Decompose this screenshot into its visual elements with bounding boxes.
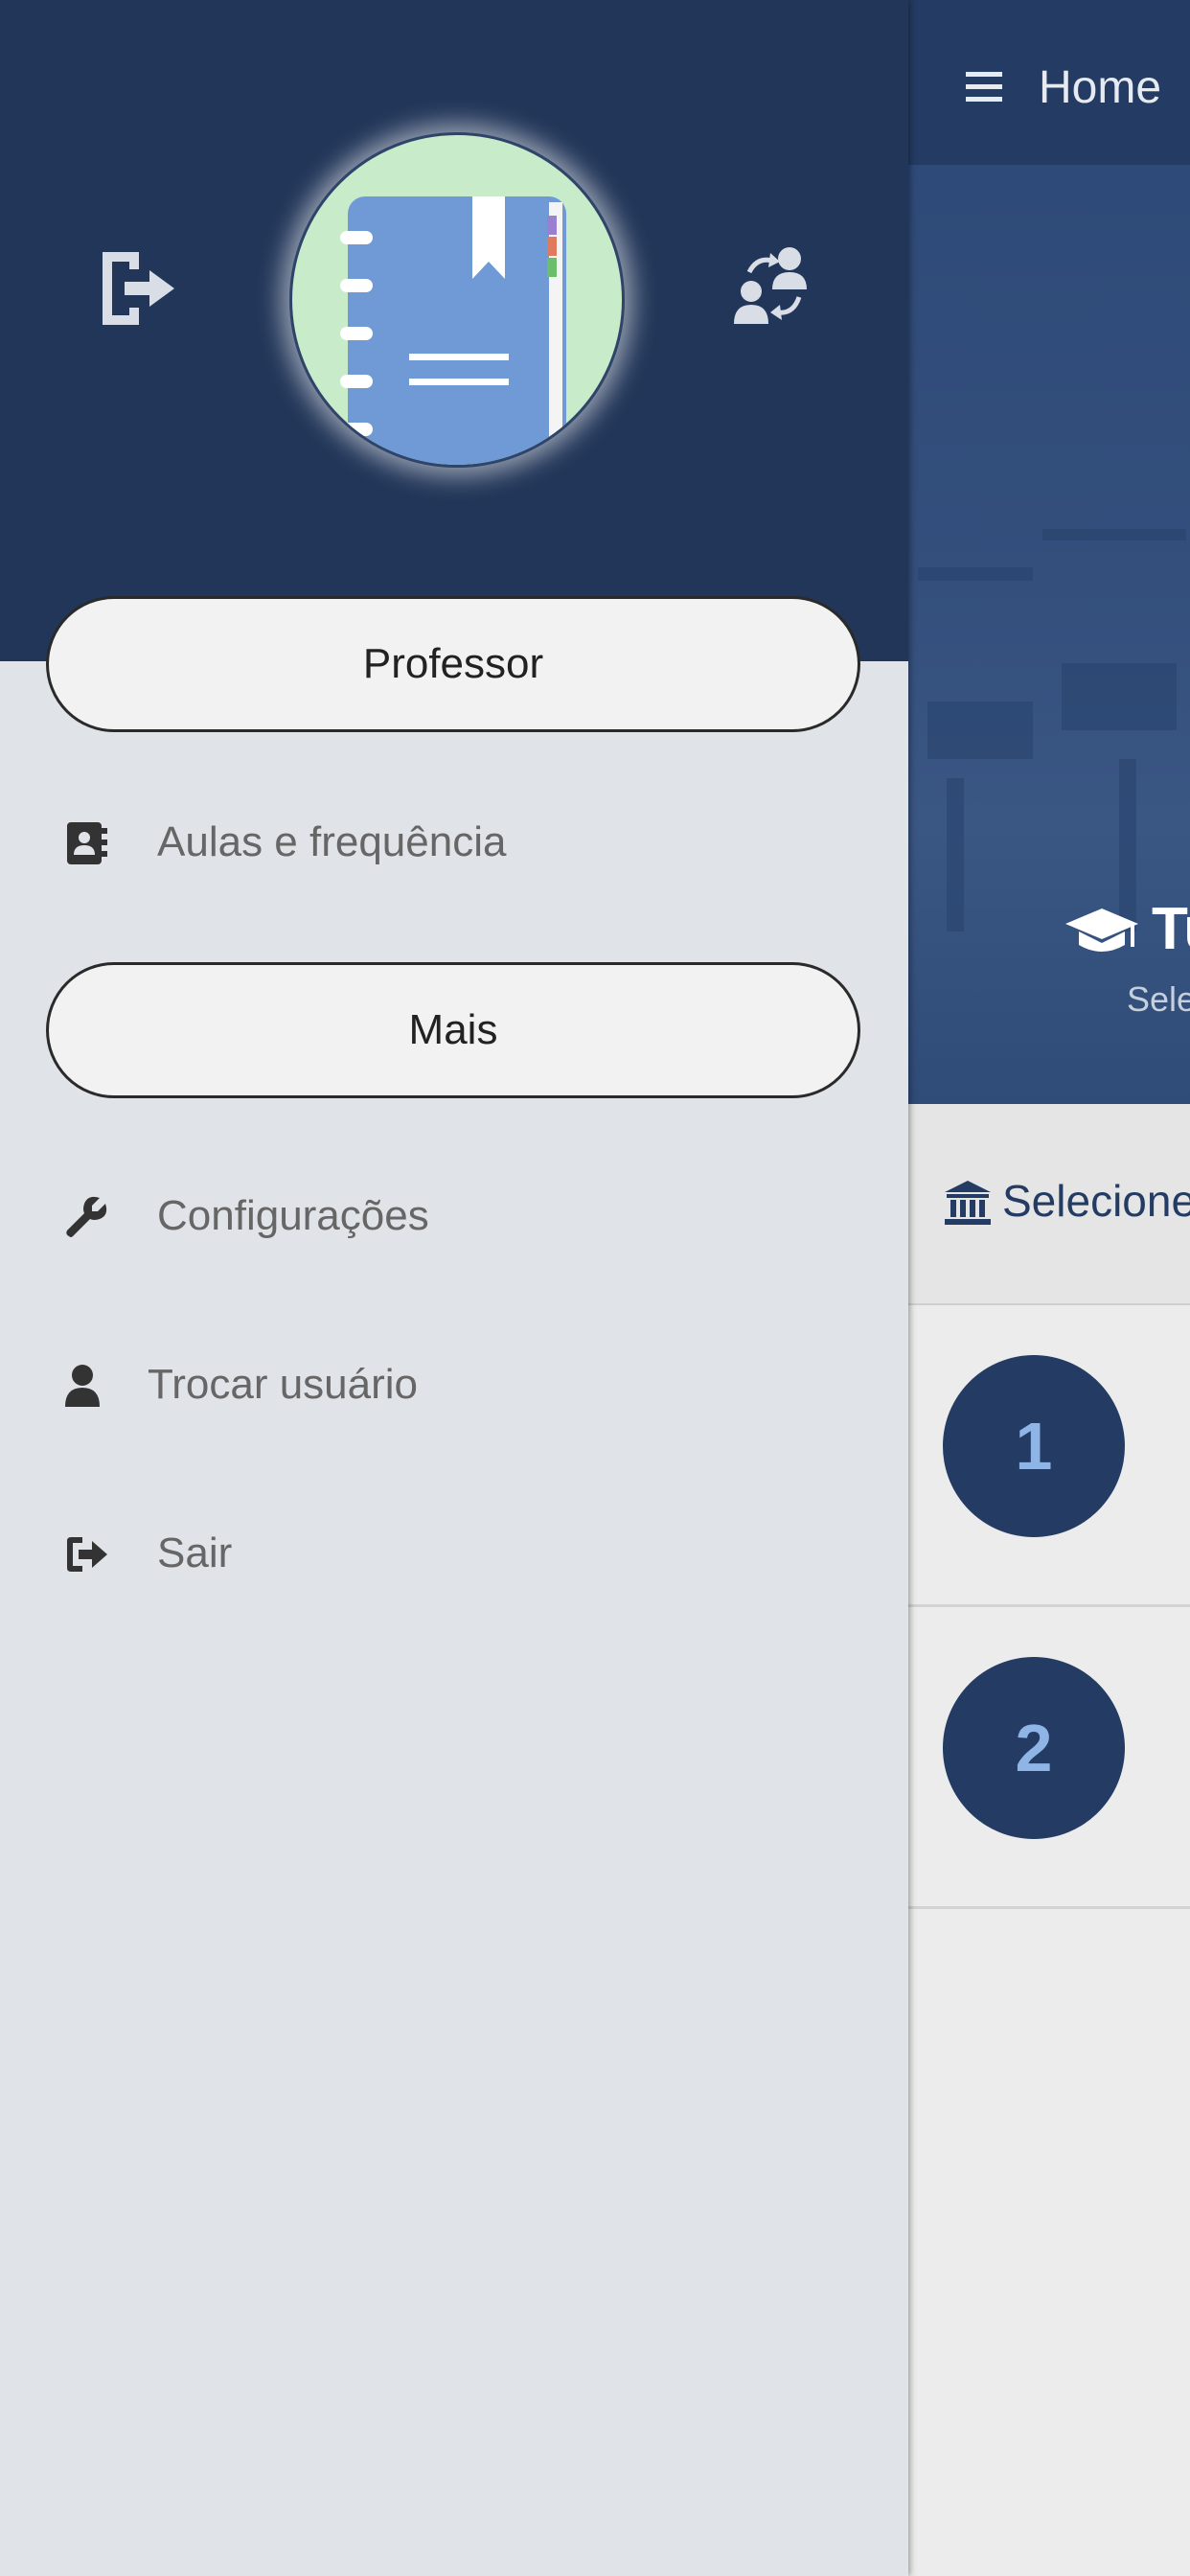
hamburger-menu-icon[interactable] [964,67,1004,107]
more-button[interactable]: Mais [46,962,860,1098]
menu-item-label: Trocar usuário [148,1361,419,1408]
switch-user-icon[interactable] [728,243,816,330]
sign-out-icon [67,1537,107,1572]
menu-item-sair[interactable]: Sair [0,1503,908,1608]
logout-icon[interactable] [96,245,178,332]
user-icon [65,1365,100,1407]
selector-label: Selecione [1002,1176,1190,1226]
item-number-badge: 2 [943,1657,1125,1839]
institution-icon [945,1181,991,1225]
hero-subtitle: Sele [1127,979,1190,1019]
hero-banner: Tu Sele [908,165,1190,1104]
graduation-cap-icon [1065,908,1138,952]
institution-selector[interactable]: Selecione [908,1104,1190,1305]
notebook-icon [340,196,566,465]
list-item[interactable]: 1 [908,1305,1190,1607]
wrench-icon [66,1196,107,1237]
list-item[interactable]: 2 [908,1607,1190,1909]
page-title: Home [1039,62,1162,113]
menu-item-label: Aulas e frequência [157,818,507,865]
hero-title: Tu [1152,896,1190,962]
top-app-bar: Home [908,0,1190,165]
main-page: Home Tu Sele Selecione 1 2 [908,0,1190,2576]
professor-profile-button[interactable]: Professor [46,596,860,732]
menu-item-trocar-usuario[interactable]: Trocar usuário [0,1334,908,1439]
menu-item-configuracoes[interactable]: Configurações [0,1165,908,1271]
app-logo-avatar [289,132,625,468]
contact-book-icon [67,822,107,864]
item-number-badge: 1 [943,1355,1125,1537]
menu-item-aulas-frequencia[interactable]: Aulas e frequência [0,792,908,897]
navigation-drawer: Professor Aulas e frequência Mais Config… [0,0,908,2576]
menu-item-label: Configurações [157,1192,429,1239]
menu-item-label: Sair [157,1530,233,1576]
drawer-header [0,0,908,661]
